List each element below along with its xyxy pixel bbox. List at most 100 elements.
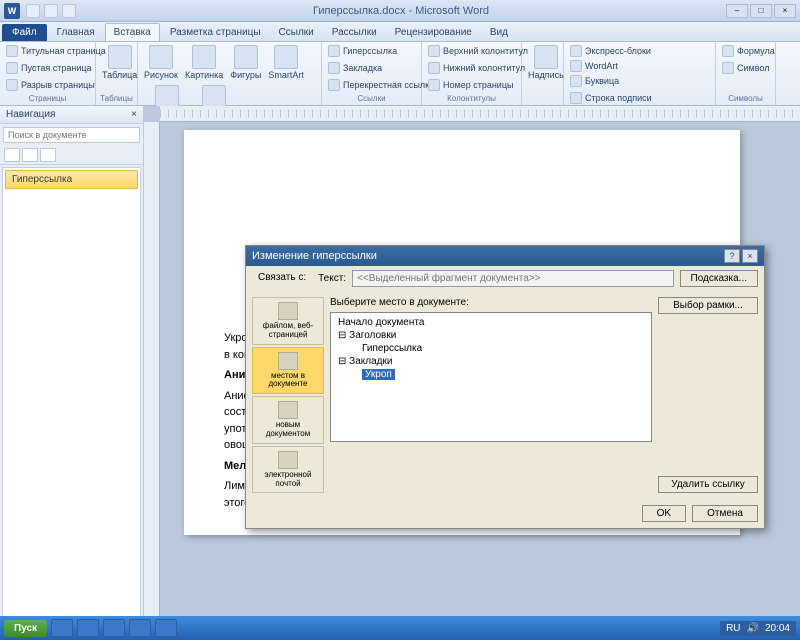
signature-button[interactable]: Строка подписи	[568, 91, 654, 105]
nav-tab-pages[interactable]	[22, 148, 38, 162]
cancel-button[interactable]: Отмена	[692, 505, 758, 522]
qat-undo-icon[interactable]	[44, 4, 58, 18]
text-input[interactable]	[352, 270, 673, 287]
search-input[interactable]	[3, 127, 140, 143]
vertical-ruler[interactable]	[144, 122, 160, 620]
taskbar-word[interactable]	[155, 619, 177, 637]
taskbar-app-1[interactable]	[51, 619, 73, 637]
clipart-button[interactable]: Картинка	[183, 44, 225, 81]
nav-tab-results[interactable]	[40, 148, 56, 162]
window-title: Гиперссылка.docx - Microsoft Word	[76, 5, 726, 17]
tab-references[interactable]: Ссылки	[271, 24, 322, 41]
smartart-button[interactable]: SmartArt	[266, 44, 306, 81]
symbol-button[interactable]: Символ	[720, 61, 771, 75]
document-icon	[278, 352, 298, 370]
tree-bookmark-ukrop[interactable]: Укроп	[334, 368, 648, 381]
system-tray: RU 🔊 20:04	[720, 621, 796, 636]
tree-heading-hyperlink[interactable]: Гиперссылка	[334, 342, 648, 355]
cover-page-button[interactable]: Титульная страница	[4, 44, 108, 58]
ribbon-tabs: Файл Главная Вставка Разметка страницы С…	[0, 22, 800, 42]
wordart-button[interactable]: WordArt	[568, 59, 653, 73]
link-email-button[interactable]: электронной почтой	[252, 446, 324, 494]
link-icon	[328, 45, 340, 57]
header-icon	[428, 45, 440, 57]
windows-taskbar: Пуск RU 🔊 20:04	[0, 616, 800, 640]
dropcap-button[interactable]: Буквица	[568, 74, 653, 88]
minimize-button[interactable]: –	[726, 4, 748, 18]
tab-insert[interactable]: Вставка	[105, 23, 160, 41]
tab-mailings[interactable]: Рассылки	[324, 24, 385, 41]
bookmark-button[interactable]: Закладка	[326, 61, 384, 75]
close-button[interactable]: ×	[774, 4, 796, 18]
tab-home[interactable]: Главная	[49, 24, 103, 41]
blocks-icon	[570, 45, 582, 57]
crossref-icon	[328, 79, 340, 91]
taskbar-app-3[interactable]	[103, 619, 125, 637]
taskbar-app-4[interactable]	[129, 619, 151, 637]
ok-button[interactable]: OK	[642, 505, 686, 522]
qat-redo-icon[interactable]	[62, 4, 76, 18]
dialog-help-button[interactable]: ?	[724, 249, 740, 263]
hint-button[interactable]: Подсказка...	[680, 270, 758, 287]
group-headerfooter-label: Колонтитулы	[426, 93, 517, 103]
shapes-button[interactable]: Фигуры	[228, 44, 263, 81]
horizontal-ruler[interactable]	[160, 106, 800, 122]
picture-button[interactable]: Рисунок	[142, 44, 180, 81]
textbox-button[interactable]: Надпись	[526, 44, 566, 81]
nav-tab-headings[interactable]	[4, 148, 20, 162]
tree-headings[interactable]: ⊟ Заголовки	[334, 329, 648, 342]
footer-button[interactable]: Нижний колонтитул	[426, 61, 527, 75]
equation-button[interactable]: Формула	[720, 44, 777, 58]
dropcap-icon	[570, 75, 582, 87]
footer-icon	[428, 62, 440, 74]
omega-icon	[722, 62, 734, 74]
nav-close-icon[interactable]: ×	[131, 109, 137, 120]
link-with-label: Связать с:	[252, 272, 312, 285]
taskbar-app-2[interactable]	[77, 619, 99, 637]
clipart-icon	[192, 45, 216, 69]
titlebar: W Гиперссылка.docx - Microsoft Word – □ …	[0, 0, 800, 22]
header-button[interactable]: Верхний колонтитул	[426, 44, 530, 58]
pagenum-button[interactable]: Номер страницы	[426, 78, 515, 92]
tray-volume-icon[interactable]: 🔊	[747, 623, 759, 634]
tab-page-layout[interactable]: Разметка страницы	[162, 24, 269, 41]
pi-icon	[722, 45, 734, 57]
table-button[interactable]: Таблица	[100, 44, 139, 81]
dialog-close-button[interactable]: ×	[742, 249, 758, 263]
tray-clock[interactable]: 20:04	[765, 623, 790, 634]
tree-bookmarks[interactable]: ⊟ Закладки	[334, 355, 648, 368]
tab-view[interactable]: Вид	[482, 24, 516, 41]
window-buttons: – □ ×	[726, 4, 796, 18]
tab-review[interactable]: Рецензирование	[387, 24, 480, 41]
select-place-label: Выберите место в документе:	[330, 297, 652, 308]
bookmark-icon	[328, 62, 340, 74]
start-button[interactable]: Пуск	[4, 620, 47, 637]
tab-file[interactable]: Файл	[2, 24, 47, 41]
mail-icon	[278, 451, 298, 469]
link-place-doc-button[interactable]: местом в документе	[252, 347, 324, 395]
crossref-button[interactable]: Перекрестная ссылка	[326, 78, 436, 92]
dialog-titlebar[interactable]: Изменение гиперссылки ? ×	[246, 246, 764, 266]
maximize-button[interactable]: □	[750, 4, 772, 18]
blank-page-button[interactable]: Пустая страница	[4, 61, 94, 75]
page-break-button[interactable]: Разрыв страницы	[4, 78, 97, 92]
link-file-web-button[interactable]: файлом, веб-страницей	[252, 297, 324, 345]
qat-save-icon[interactable]	[26, 4, 40, 18]
remove-link-button[interactable]: Удалить ссылку	[658, 476, 758, 493]
tray-lang[interactable]: RU	[726, 623, 740, 634]
place-tree[interactable]: Начало документа ⊟ Заголовки Гиперссылка…	[330, 312, 652, 442]
navigation-pane: Навигация × Гиперссылка	[0, 106, 144, 620]
dialog-sidebar: файлом, веб-страницей местом в документе…	[252, 297, 324, 493]
nav-item-hyperlink[interactable]: Гиперссылка	[5, 170, 138, 189]
quick-access-toolbar	[26, 4, 76, 18]
dialog-title: Изменение гиперссылки	[252, 250, 377, 262]
group-tables-label: Таблицы	[100, 93, 133, 103]
target-frame-button[interactable]: Выбор рамки...	[658, 297, 758, 314]
word-icon: W	[4, 3, 20, 19]
hyperlink-button[interactable]: Гиперссылка	[326, 44, 399, 58]
wordart-icon	[570, 60, 582, 72]
quickparts-button[interactable]: Экспресс-блоки	[568, 44, 653, 58]
tree-top-of-doc[interactable]: Начало документа	[334, 316, 648, 329]
nav-tabstrip	[0, 146, 143, 165]
link-new-doc-button[interactable]: новым документом	[252, 396, 324, 444]
